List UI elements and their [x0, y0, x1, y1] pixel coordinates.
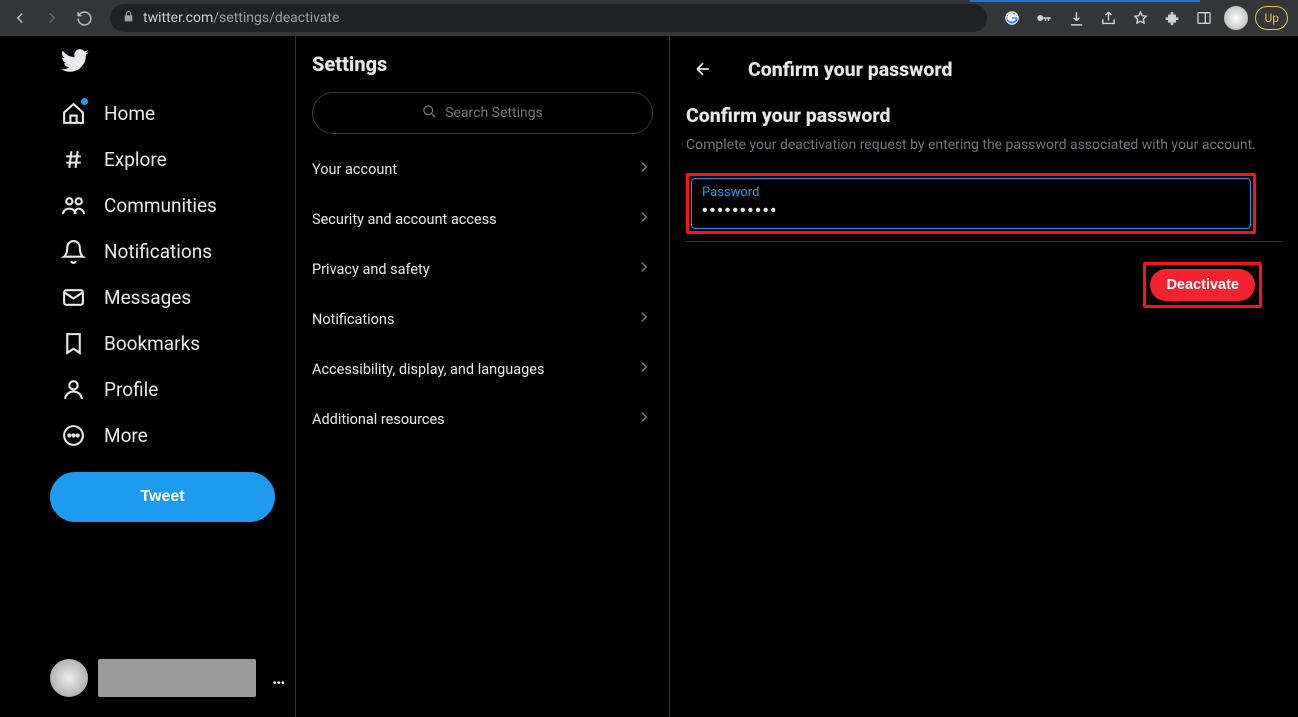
extensions-icon[interactable]: [1159, 5, 1185, 31]
browser-back-button[interactable]: [6, 4, 34, 32]
settings-item-label: Privacy and safety: [312, 261, 430, 278]
settings-your-account[interactable]: Your account: [296, 144, 669, 194]
content-column: Confirm your password Confirm your passw…: [670, 36, 1298, 717]
browser-update-button[interactable]: Up: [1255, 6, 1288, 30]
browser-forward-button[interactable]: [38, 4, 66, 32]
nav-label: More: [104, 424, 148, 447]
nav-home[interactable]: Home: [50, 90, 165, 136]
divider: [686, 241, 1282, 242]
sidepanel-icon[interactable]: [1191, 5, 1217, 31]
account-name-redacted: [98, 659, 256, 697]
app-root: Home Explore Communities Notifications M…: [0, 36, 1298, 717]
browser-url-bar[interactable]: twitter.com/settings/deactivate: [110, 4, 987, 32]
settings-item-label: Security and account access: [312, 211, 497, 228]
nav-label: Bookmarks: [104, 332, 200, 355]
settings-additional-resources[interactable]: Additional resources: [296, 394, 669, 444]
browser-actions: Up: [999, 5, 1292, 31]
nav-label: Profile: [104, 378, 158, 401]
nav-explore[interactable]: Explore: [50, 136, 177, 182]
content-header-title: Confirm your password: [748, 58, 952, 81]
url-host: twitter.com: [143, 10, 213, 26]
search-placeholder: Search Settings: [445, 105, 543, 121]
password-label: Password: [702, 185, 1240, 200]
back-button[interactable]: [686, 52, 720, 86]
account-more-button[interactable]: …: [266, 668, 291, 689]
chevron-right-icon: [635, 158, 653, 180]
password-input[interactable]: [702, 200, 1240, 220]
settings-privacy-safety[interactable]: Privacy and safety: [296, 244, 669, 294]
url-text: twitter.com/settings/deactivate: [143, 10, 339, 26]
settings-item-label: Notifications: [312, 311, 394, 328]
share-icon[interactable]: [1095, 5, 1121, 31]
password-key-icon[interactable]: [1031, 5, 1057, 31]
nav-sidebar: Home Explore Communities Notifications M…: [0, 36, 296, 717]
nav-label: Notifications: [104, 240, 212, 263]
confirm-heading: Confirm your password: [686, 104, 1282, 127]
user-avatar-icon: [50, 659, 88, 697]
notification-dot: [81, 98, 88, 105]
bookmark-star-icon[interactable]: [1127, 5, 1153, 31]
settings-notifications[interactable]: Notifications: [296, 294, 669, 344]
nav-notifications[interactable]: Notifications: [50, 228, 222, 274]
settings-item-label: Your account: [312, 161, 397, 178]
chevron-right-icon: [635, 308, 653, 330]
annotation-password-field: Password: [686, 173, 1256, 234]
nav-label: Messages: [104, 286, 191, 309]
content-header: Confirm your password: [686, 52, 1282, 86]
google-account-icon[interactable]: [999, 5, 1025, 31]
twitter-logo-icon[interactable]: [60, 46, 90, 76]
chevron-right-icon: [635, 408, 653, 430]
url-path: /settings/deactivate: [213, 10, 339, 26]
annotation-deactivate-button: Deactivate: [1143, 262, 1262, 308]
chevron-right-icon: [635, 208, 653, 230]
nav-communities[interactable]: Communities: [50, 182, 227, 228]
download-icon[interactable]: [1063, 5, 1089, 31]
nav-profile[interactable]: Profile: [50, 366, 168, 412]
profile-avatar-icon[interactable]: [1223, 5, 1249, 31]
browser-reload-button[interactable]: [70, 4, 98, 32]
confirm-description: Complete your deactivation request by en…: [686, 137, 1282, 153]
settings-accessibility[interactable]: Accessibility, display, and languages: [296, 344, 669, 394]
nav-label: Communities: [104, 194, 217, 217]
settings-title: Settings: [296, 52, 669, 92]
mail-icon: [60, 284, 86, 310]
tweet-button[interactable]: Tweet: [50, 472, 275, 522]
people-icon: [60, 192, 86, 218]
account-switcher[interactable]: …: [50, 659, 295, 697]
password-field-container[interactable]: Password: [691, 178, 1251, 229]
home-icon: [60, 100, 86, 126]
search-icon: [422, 104, 437, 123]
settings-item-label: Additional resources: [312, 411, 445, 428]
hash-icon: [60, 146, 86, 172]
nav-messages[interactable]: Messages: [50, 274, 201, 320]
person-icon: [60, 376, 86, 402]
chevron-right-icon: [635, 358, 653, 380]
settings-security-access[interactable]: Security and account access: [296, 194, 669, 244]
deactivate-button[interactable]: Deactivate: [1150, 269, 1255, 301]
settings-item-label: Accessibility, display, and languages: [312, 361, 544, 378]
chevron-right-icon: [635, 258, 653, 280]
lock-icon: [122, 10, 135, 27]
bell-icon: [60, 238, 86, 264]
active-tab-highlight: [970, 0, 1200, 2]
nav-label: Explore: [104, 148, 167, 171]
more-circle-icon: [60, 422, 86, 448]
nav-more[interactable]: More: [50, 412, 158, 458]
settings-column: Settings Search Settings Your account Se…: [296, 36, 670, 717]
settings-search-input[interactable]: Search Settings: [312, 92, 653, 134]
nav-bookmarks[interactable]: Bookmarks: [50, 320, 210, 366]
browser-toolbar: twitter.com/settings/deactivate Up: [0, 0, 1298, 36]
nav-label: Home: [104, 102, 155, 125]
bookmark-icon: [60, 330, 86, 356]
